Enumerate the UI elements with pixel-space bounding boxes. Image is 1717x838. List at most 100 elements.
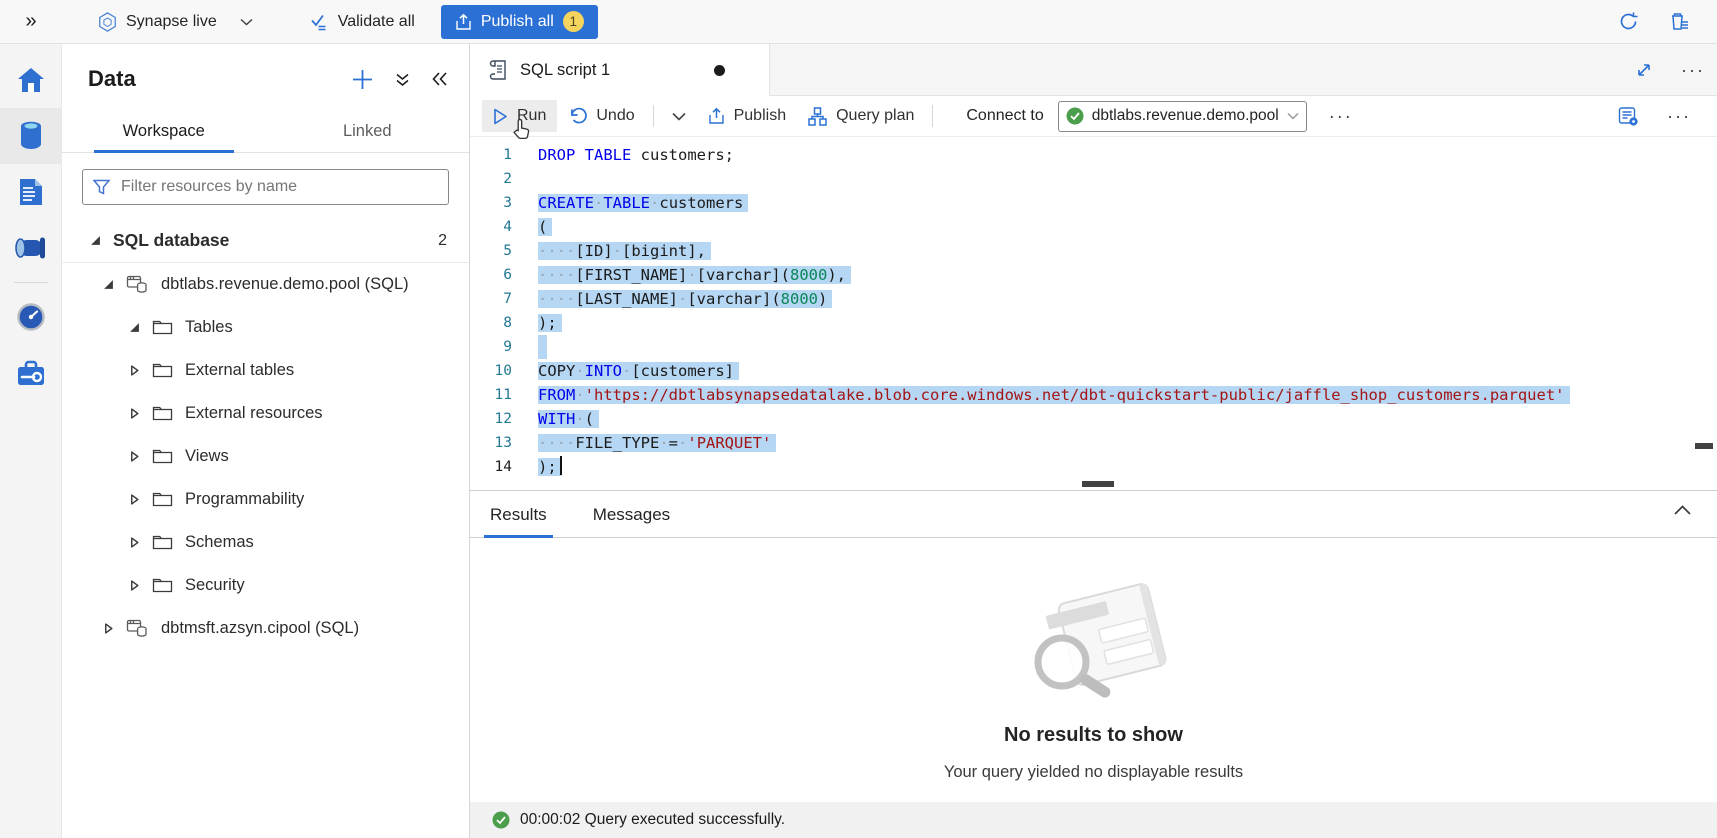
tree-expanded-icon[interactable] (90, 235, 101, 246)
code-line[interactable]: 10COPY·INTO·[customers] (470, 359, 1717, 383)
line-content: ····FILE_TYPE·=·'PARQUET' (538, 431, 776, 455)
folder-icon (152, 534, 173, 551)
code-line[interactable]: 6····[FIRST_NAME]·[varchar](8000), (470, 263, 1717, 287)
synapse-live-selector[interactable]: Synapse live (98, 12, 253, 32)
tree-item-label: dbtlabs.revenue.demo.pool (SQL) (161, 275, 409, 294)
tab-messages[interactable]: Messages (587, 495, 676, 537)
nav-manage[interactable] (0, 345, 62, 401)
validate-all-label: Validate all (338, 13, 415, 31)
tab-more-ellipsis-icon[interactable]: ··· (1681, 65, 1705, 75)
publish-button[interactable]: Publish (697, 100, 797, 132)
connection-value: dbtlabs.revenue.demo.pool (1092, 107, 1279, 125)
query-plan-button[interactable]: Query plan (797, 100, 925, 133)
tree-collapsed-icon[interactable] (128, 365, 140, 376)
tree-item-views[interactable]: Views (62, 435, 469, 478)
tree-collapsed-icon[interactable] (128, 580, 140, 591)
connection-dropdown[interactable]: dbtlabs.revenue.demo.pool (1058, 101, 1307, 132)
line-content: ····[FIRST_NAME]·[varchar](8000), (538, 263, 851, 287)
line-number: 3 (470, 191, 538, 215)
tree-item-programmability[interactable]: Programmability (62, 478, 469, 521)
code-line[interactable]: 14); (470, 455, 1717, 479)
filter-resources-input[interactable] (119, 177, 438, 197)
code-line[interactable]: 12WITH·( (470, 407, 1717, 431)
collapse-chevron-up-icon[interactable] (1674, 505, 1691, 515)
tree-item-external-resources[interactable]: External resources (62, 392, 469, 435)
folder-icon (152, 405, 173, 422)
tree-item-external-tables[interactable]: External tables (62, 349, 469, 392)
validate-all-button[interactable]: Validate all (309, 13, 415, 31)
line-number: 6 (470, 263, 538, 287)
expand-editor-icon[interactable] (1635, 61, 1653, 79)
vertical-scrollbar[interactable] (1695, 443, 1713, 449)
tree-collapsed-icon[interactable] (128, 451, 140, 462)
tree-item-dbtmsft-azsyn-cipool-sql[interactable]: dbtmsft.azsyn.cipool (SQL) (62, 607, 469, 650)
tree-section-sql-database[interactable]: SQL database 2 (62, 219, 469, 263)
line-content: ····[ID]·[bigint], (538, 239, 711, 263)
code-line[interactable]: 5····[ID]·[bigint], (470, 239, 1717, 263)
nav-data[interactable] (0, 108, 62, 164)
sql-code-editor[interactable]: 1DROP TABLE customers;23CREATE·TABLE·cus… (470, 137, 1717, 490)
horizontal-scrollbar[interactable] (1082, 481, 1114, 487)
tree-item-label: External tables (185, 361, 294, 380)
tree-item-schemas[interactable]: Schemas (62, 521, 469, 564)
line-number: 5 (470, 239, 538, 263)
publish-all-button[interactable]: Publish all 1 (441, 5, 598, 39)
connect-to-label: Connect to (966, 107, 1043, 125)
resource-tree: SQL database 2 dbtlabs.revenue.demo.pool… (62, 219, 469, 650)
undo-label: Undo (596, 107, 634, 125)
query-plan-icon (808, 107, 827, 126)
nav-home[interactable] (0, 52, 62, 108)
tab-sql-script-1[interactable]: SQL script 1 (470, 44, 770, 96)
editor-more-ellipsis-icon[interactable]: ··· (1667, 111, 1691, 121)
line-content: ); (538, 311, 562, 335)
expand-double-right-icon[interactable]: » (0, 10, 62, 33)
run-button[interactable]: Run (482, 100, 557, 132)
code-line[interactable]: 2 (470, 167, 1717, 191)
tree-collapsed-icon[interactable] (128, 408, 140, 419)
code-line[interactable]: 13····FILE_TYPE·=·'PARQUET' (470, 431, 1717, 455)
tree-item-dbtlabs-revenue-demo-pool-sql[interactable]: dbtlabs.revenue.demo.pool (SQL) (62, 263, 469, 306)
develop-icon (18, 177, 44, 207)
code-line[interactable]: 8); (470, 311, 1717, 335)
line-content: ); (538, 455, 562, 479)
unsaved-dot-icon (714, 65, 725, 76)
code-line[interactable]: 7····[LAST_NAME]·[varchar](8000) (470, 287, 1717, 311)
script-settings-icon[interactable] (1618, 106, 1639, 127)
undo-button[interactable]: Undo (557, 100, 645, 132)
refresh-icon[interactable] (1618, 11, 1639, 32)
tree-item-tables[interactable]: Tables (62, 306, 469, 349)
code-line[interactable]: 9 (470, 335, 1717, 359)
tree-collapsed-icon[interactable] (102, 623, 114, 634)
collapse-panel-icon[interactable] (432, 72, 447, 86)
code-line[interactable]: 1DROP TABLE customers; (470, 143, 1717, 167)
line-content: ( (538, 215, 552, 239)
nav-integrate[interactable] (0, 220, 62, 276)
line-number: 12 (470, 407, 538, 431)
tree-collapsed-icon[interactable] (128, 537, 140, 548)
code-lines: 1DROP TABLE customers;23CREATE·TABLE·cus… (470, 143, 1717, 479)
tab-results[interactable]: Results (484, 495, 553, 537)
tab-linked[interactable]: Linked (266, 112, 470, 152)
manage-icon (16, 360, 46, 387)
results-tab-bar: Results Messages (470, 491, 1717, 538)
code-line[interactable]: 3CREATE·TABLE·customers (470, 191, 1717, 215)
folder-icon (152, 319, 173, 336)
nav-develop[interactable] (0, 164, 62, 220)
nav-monitor[interactable] (0, 289, 62, 345)
discard-trash-icon[interactable] (1669, 11, 1689, 32)
tab-workspace[interactable]: Workspace (62, 112, 266, 152)
add-plus-icon[interactable] (352, 69, 373, 90)
code-line[interactable]: 4( (470, 215, 1717, 239)
tree-expanded-icon[interactable] (128, 322, 140, 333)
double-chevron-down-icon[interactable] (395, 72, 410, 87)
tree-item-security[interactable]: Security (62, 564, 469, 607)
code-line[interactable]: 11FROM·'https://dbtlabsynapsedatalake.bl… (470, 383, 1717, 407)
work-area: SQL script 1 ··· Run U (470, 44, 1717, 838)
left-navigation-rail (0, 44, 62, 838)
tree-collapsed-icon[interactable] (128, 494, 140, 505)
synapse-hexagon-icon (98, 12, 117, 32)
run-options-chevron[interactable] (661, 105, 697, 128)
database-pool-icon (126, 274, 149, 295)
tree-expanded-icon[interactable] (102, 279, 114, 290)
toolbar-more-ellipsis-icon[interactable]: ··· (1329, 111, 1353, 121)
